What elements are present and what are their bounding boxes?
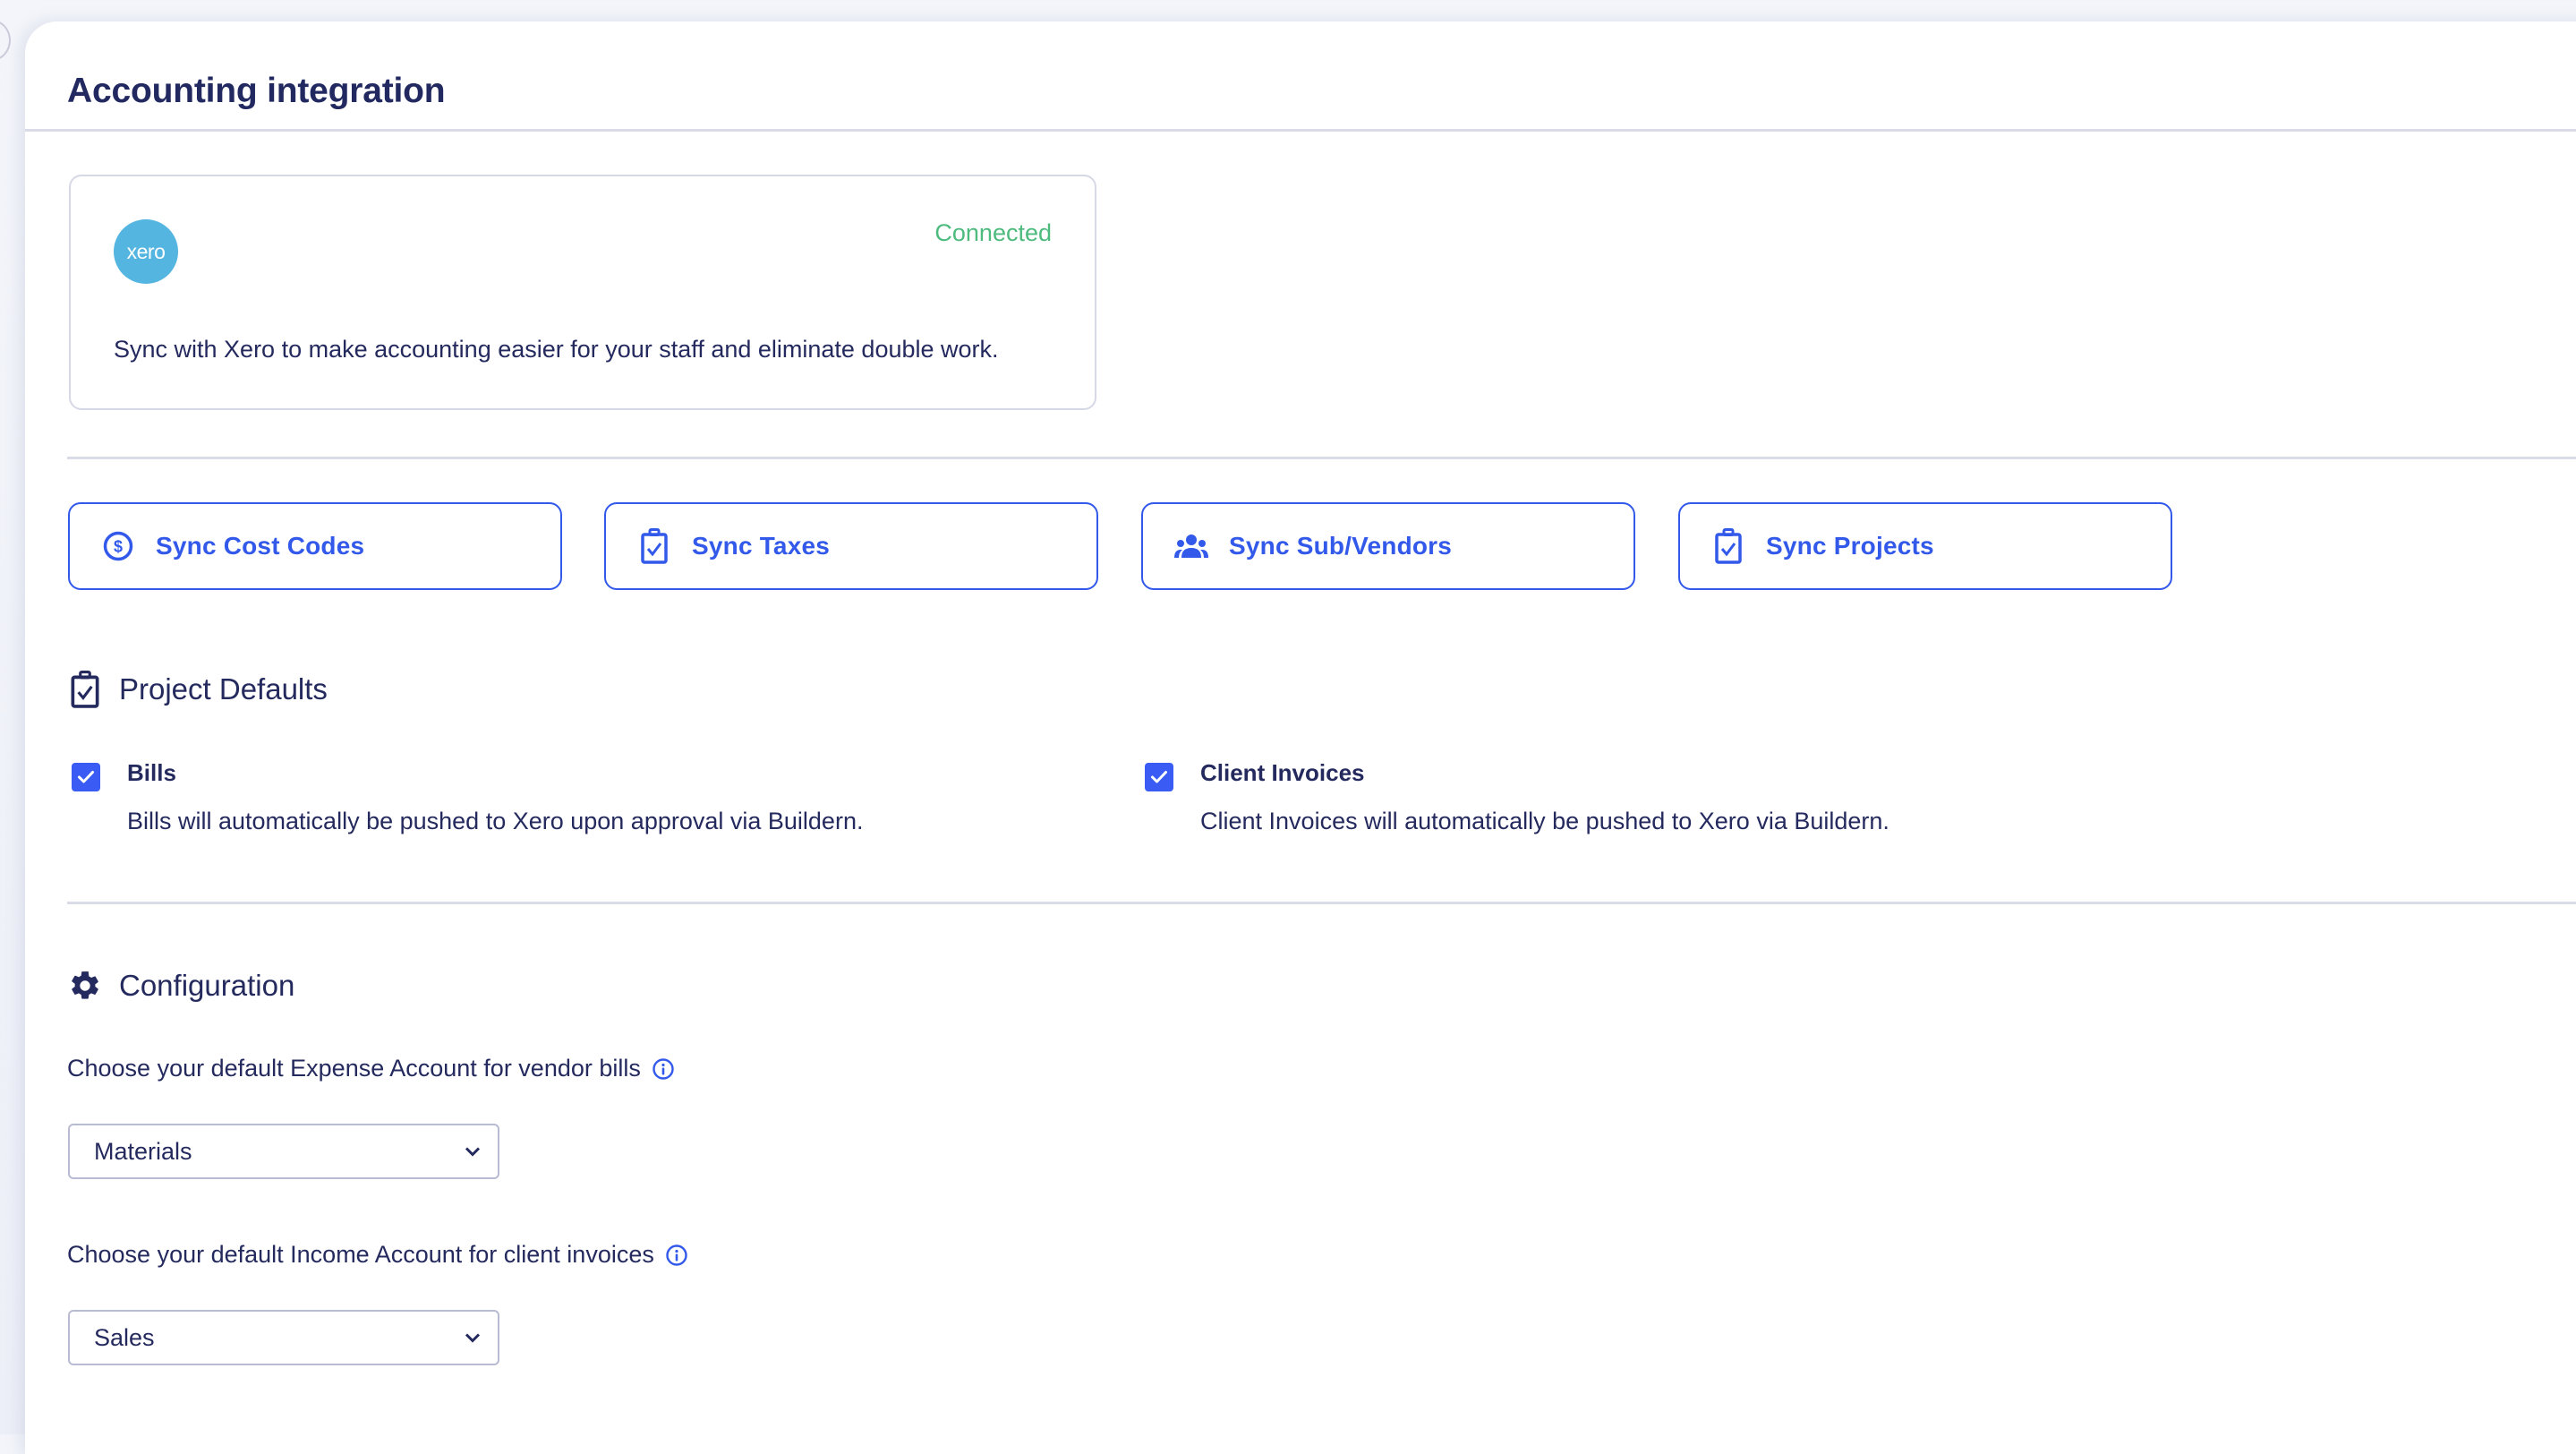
bills-description: Bills will automatically be pushed to Xe… [127, 808, 864, 834]
income-account-value: Sales [94, 1323, 155, 1351]
collapse-sidebar-handle[interactable] [0, 20, 11, 61]
project-defaults-heading: Project Defaults [65, 670, 328, 709]
chevron-down-icon [464, 1331, 482, 1344]
configuration-title: Configuration [119, 969, 295, 1002]
bills-checkbox[interactable] [72, 763, 100, 791]
sync-cost-codes-button[interactable]: $ Sync Cost Codes [68, 502, 562, 590]
clipboard-check-icon [636, 528, 672, 564]
sync-taxes-button[interactable]: Sync Taxes [604, 502, 1098, 590]
gear-icon [65, 966, 105, 1005]
dollar-circle-icon: $ [100, 528, 136, 564]
bills-label: Bills [127, 759, 176, 786]
expense-account-label-text: Choose your default Expense Account for … [67, 1055, 641, 1082]
section-divider [67, 457, 2576, 459]
xero-logo-text: xero [126, 239, 166, 263]
sync-cost-codes-label: Sync Cost Codes [156, 532, 365, 560]
client-invoices-label: Client Invoices [1200, 759, 1365, 786]
client-invoices-description: Client Invoices will automatically be pu… [1200, 808, 1889, 834]
sync-sub-vendors-label: Sync Sub/Vendors [1229, 532, 1453, 560]
client-invoices-checkbox[interactable] [1145, 763, 1173, 791]
income-account-label-text: Choose your default Income Account for c… [67, 1241, 654, 1268]
sync-projects-button[interactable]: Sync Projects [1678, 502, 2172, 590]
xero-integration-card: xero Connected Sync with Xero to make ac… [69, 175, 1096, 410]
clipboard-check-icon [1710, 528, 1746, 564]
project-defaults-title: Project Defaults [119, 672, 328, 706]
expense-account-value: Materials [94, 1137, 192, 1165]
xero-logo: xero [114, 219, 178, 284]
chevron-down-icon [464, 1145, 482, 1158]
configuration-heading: Configuration [65, 966, 294, 1005]
info-icon[interactable] [665, 1244, 688, 1267]
settings-panel: Accounting integration xero Connected Sy… [25, 21, 2576, 1454]
sync-projects-label: Sync Projects [1766, 532, 1934, 560]
expense-account-select[interactable]: Materials [68, 1124, 499, 1179]
info-icon[interactable] [652, 1057, 675, 1081]
integration-description: Sync with Xero to make accounting easier… [114, 336, 999, 363]
clipboard-check-icon [65, 670, 105, 709]
expense-account-label: Choose your default Expense Account for … [67, 1055, 675, 1082]
section-divider [67, 902, 2576, 904]
income-account-label: Choose your default Income Account for c… [67, 1241, 688, 1269]
sync-sub-vendors-button[interactable]: Sync Sub/Vendors [1141, 502, 1635, 590]
users-icon [1173, 528, 1209, 564]
connection-status: Connected [934, 219, 1052, 246]
income-account-select[interactable]: Sales [68, 1310, 499, 1365]
page-title: Accounting integration [67, 72, 446, 110]
sync-taxes-label: Sync Taxes [692, 532, 831, 560]
svg-text:$: $ [114, 538, 123, 556]
header-divider [25, 129, 2576, 132]
